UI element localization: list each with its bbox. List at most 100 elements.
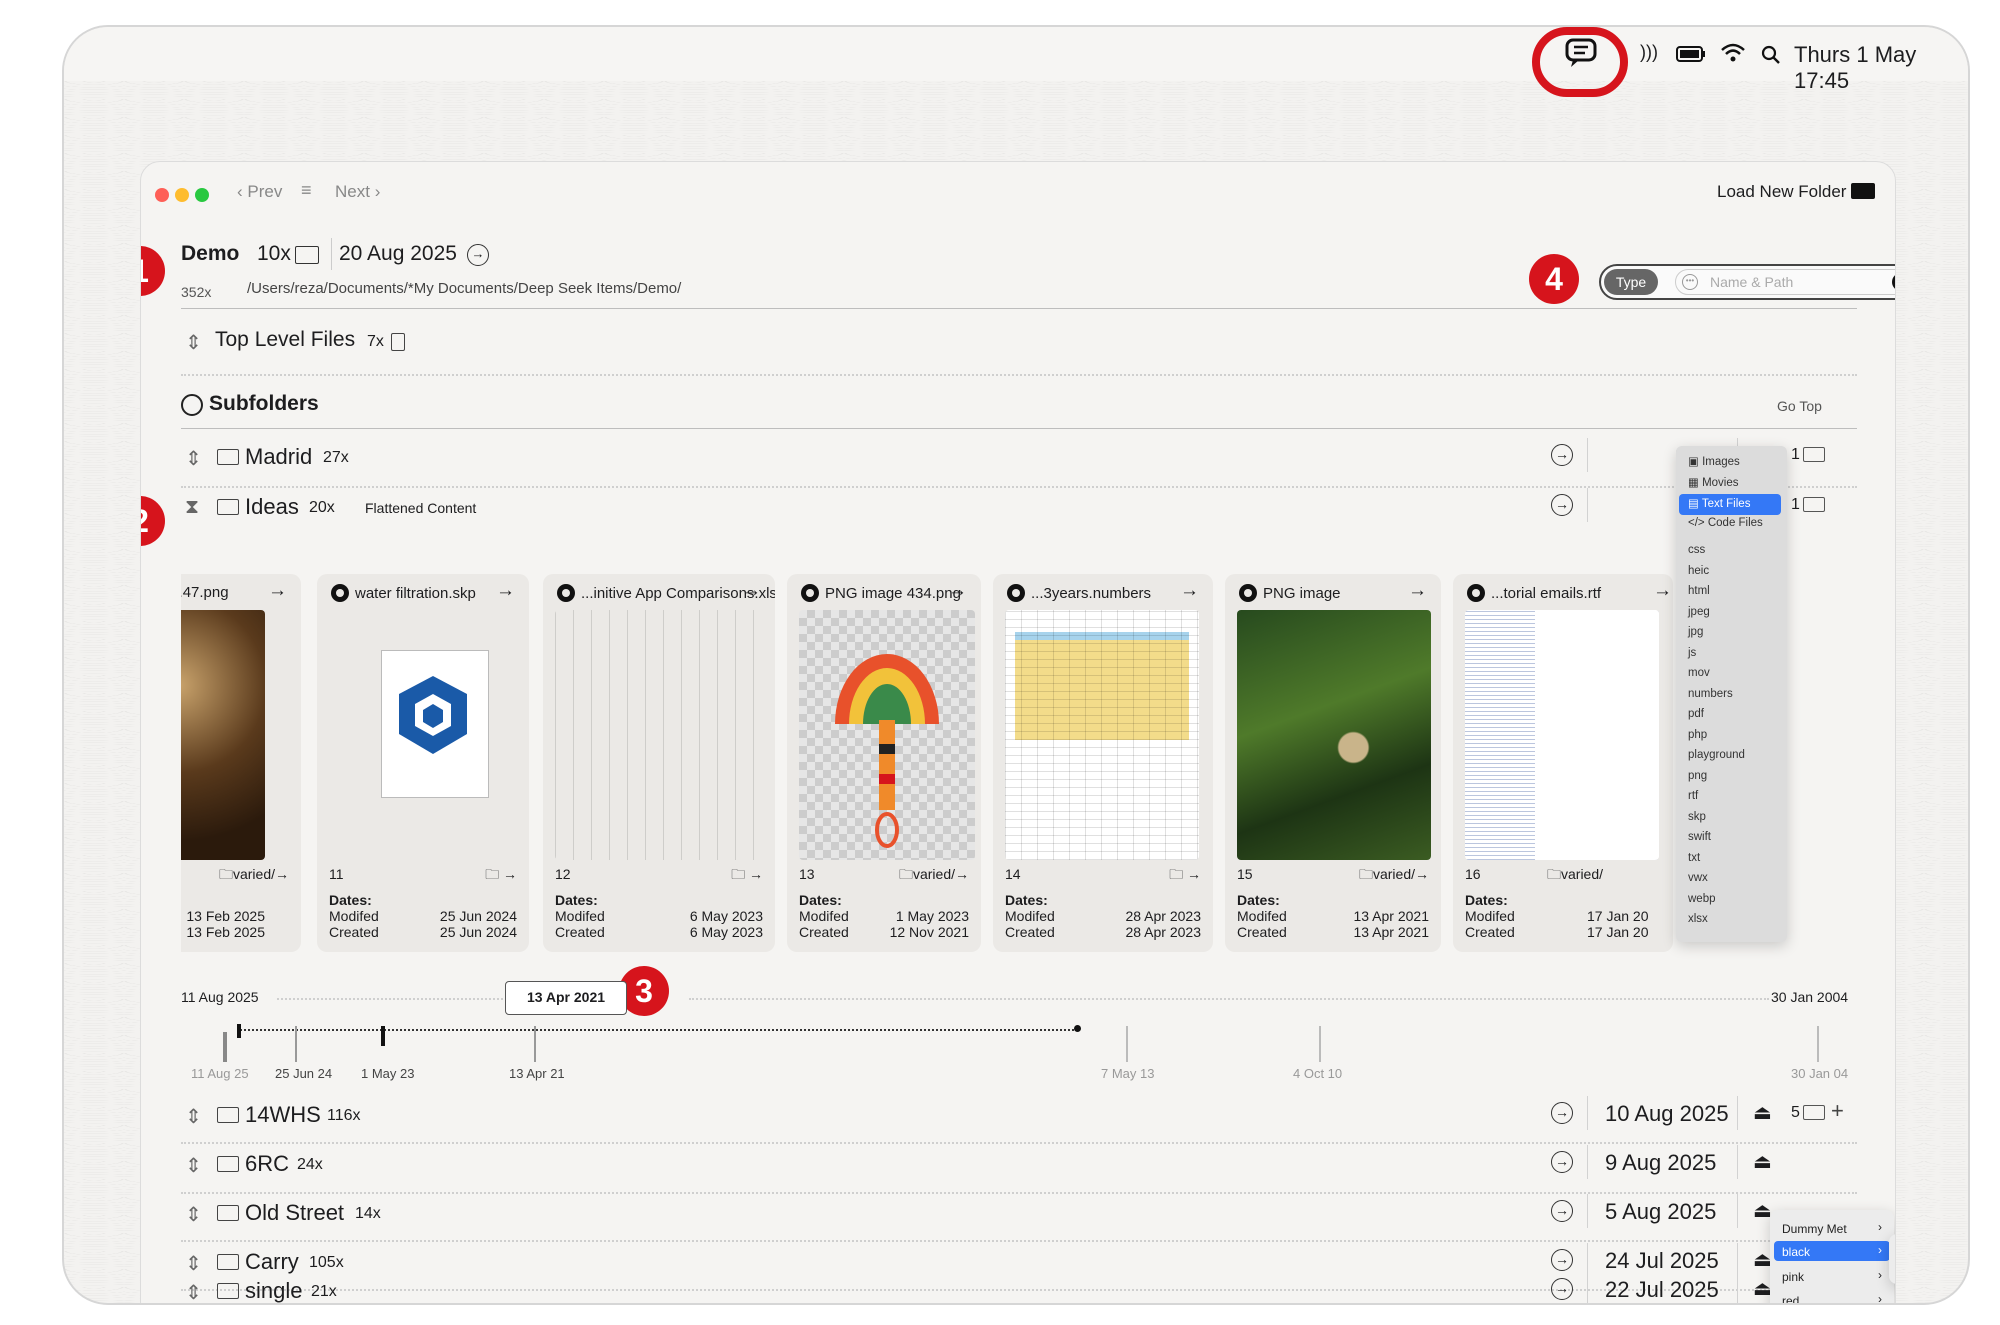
- eye-icon[interactable]: [1239, 584, 1257, 602]
- clock[interactable]: Thurs 1 May 17:45: [1794, 42, 1968, 94]
- eye-icon[interactable]: [557, 584, 575, 602]
- go-arrow-icon[interactable]: →: [1551, 1200, 1573, 1222]
- menu-item-text-files[interactable]: ▤ Text Files: [1688, 496, 1750, 510]
- folder-link[interactable]: 🗀varied/→: [219, 864, 289, 888]
- eject-icon[interactable]: ⏏: [1753, 1149, 1772, 1174]
- arrow-right-icon[interactable]: →: [1180, 580, 1199, 602]
- eye-icon[interactable]: [1007, 584, 1025, 602]
- sort-toggle-icon[interactable]: ⇕: [185, 330, 202, 355]
- menu-item-red[interactable]: red: [1782, 1294, 1799, 1303]
- timeline-current-date[interactable]: 13 Apr 2021: [505, 981, 627, 1015]
- go-arrow-icon[interactable]: →: [467, 244, 489, 266]
- folder-move-icon[interactable]: [1803, 1105, 1825, 1120]
- go-arrow-icon[interactable]: →: [1551, 494, 1573, 516]
- folder-link[interactable]: 🗀varied/: [1547, 864, 1603, 888]
- broadcast-icon[interactable]: ))): [1640, 42, 1658, 63]
- zoom-window-button[interactable]: [195, 188, 209, 202]
- list-icon[interactable]: ≡: [301, 180, 312, 201]
- folder-link[interactable]: 🗀varied/→: [1359, 864, 1429, 888]
- battery-icon[interactable]: [1676, 46, 1706, 62]
- eye-icon[interactable]: [331, 584, 349, 602]
- arrow-right-icon[interactable]: →: [1653, 580, 1672, 602]
- go-arrow-icon[interactable]: →: [1551, 1278, 1573, 1300]
- go-arrow-icon[interactable]: →: [1551, 444, 1573, 466]
- file-card[interactable]: PNG image → 15 🗀varied/→ Dates: Modifed …: [1225, 574, 1441, 952]
- go-arrow-icon[interactable]: →: [1551, 1151, 1573, 1173]
- top-level-files-label[interactable]: Top Level Files: [215, 328, 355, 352]
- file-card[interactable]: ...initive App Comparisons.xlsx → 12 🗀 →…: [543, 574, 775, 952]
- folder-link[interactable]: 🗀 →: [1169, 864, 1201, 888]
- menu-item-ext[interactable]: numbers: [1688, 688, 1733, 700]
- name-path-search[interactable]: ••• Name & Path ×: [1675, 269, 1895, 295]
- menu-item-ext[interactable]: skp: [1688, 811, 1706, 823]
- wifi-icon[interactable]: [1720, 43, 1746, 63]
- folder-row-ideas[interactable]: ⧗ Ideas 20x Flattened Content → 2025 ⏏ 1: [181, 486, 1857, 534]
- sort-toggle-icon[interactable]: ⇕: [185, 1104, 202, 1129]
- menu-item-ext[interactable]: webp: [1688, 893, 1716, 905]
- eye-icon[interactable]: [1467, 584, 1485, 602]
- folder-link[interactable]: 🗀 →: [731, 864, 763, 888]
- menu-item-ext[interactable]: css: [1688, 544, 1705, 556]
- sort-toggle-icon[interactable]: ⇕: [185, 1153, 202, 1178]
- menu-item-ext[interactable]: jpg: [1688, 626, 1703, 638]
- type-filter-button[interactable]: Type: [1604, 269, 1658, 295]
- folder-row-single[interactable]: ⇕ single 21x → 22 Jul 2025 ⏏ 1: [181, 1270, 1857, 1303]
- folder-row-old-street[interactable]: ⇕ Old Street 14x → 5 Aug 2025 ⏏: [181, 1192, 1857, 1240]
- menu-item-ext[interactable]: html: [1688, 585, 1710, 597]
- folder-link[interactable]: 🗀 →: [485, 864, 517, 888]
- close-window-button[interactable]: [155, 188, 169, 202]
- menu-item-ext[interactable]: jpeg: [1688, 606, 1710, 618]
- arrow-right-icon[interactable]: →: [1408, 580, 1427, 602]
- menu-item-ext[interactable]: txt: [1688, 852, 1700, 864]
- menu-item-ext[interactable]: pdf: [1688, 708, 1704, 720]
- menu-item-ext[interactable]: mov: [1688, 667, 1710, 679]
- menu-item-ext[interactable]: php: [1688, 729, 1707, 741]
- menu-item-ext[interactable]: swift: [1688, 831, 1711, 843]
- menu-item-movies[interactable]: ▦ Movies: [1688, 475, 1739, 489]
- arrow-right-icon[interactable]: →: [268, 580, 287, 602]
- arrow-right-icon[interactable]: →: [948, 580, 967, 602]
- add-icon[interactable]: +: [1831, 1098, 1844, 1124]
- timeline-track[interactable]: 11 Aug 25 25 Jun 24 1 May 23 13 Apr 21 7…: [181, 1018, 1857, 1088]
- menu-item-ext[interactable]: js: [1688, 647, 1696, 659]
- arrow-right-icon[interactable]: →: [496, 580, 515, 602]
- sort-toggle-icon[interactable]: ⇕: [185, 1202, 202, 1227]
- go-top-link[interactable]: Go Top: [1777, 398, 1822, 414]
- menu-item-ext[interactable]: vwx: [1688, 872, 1708, 884]
- folder-move-icon[interactable]: [1803, 497, 1825, 512]
- file-card[interactable]: ...torial emails.rtf → 16 🗀varied/ Dates…: [1453, 574, 1673, 952]
- menu-item-ext[interactable]: xlsx: [1688, 913, 1708, 925]
- menu-item-code-files[interactable]: </> Code Files: [1688, 517, 1763, 529]
- folder-row-14whs[interactable]: ⇕ 14WHS 116x → 10 Aug 2025 ⏏ 5 +: [181, 1094, 1857, 1142]
- folder-row-6rc[interactable]: ⇕ 6RC 24x → 9 Aug 2025 ⏏: [181, 1143, 1857, 1191]
- file-card[interactable]: water filtration.skp → 11 🗀 → Dates: Mod…: [317, 574, 529, 952]
- menu-item-images[interactable]: ▣ Images: [1688, 454, 1740, 468]
- menu-item-ext[interactable]: rtf: [1688, 790, 1698, 802]
- menu-item-black[interactable]: black: [1782, 1245, 1810, 1259]
- next-button[interactable]: Next ›: [335, 182, 380, 202]
- menu-item-ext[interactable]: playground: [1688, 749, 1745, 761]
- clear-search-icon[interactable]: ×: [1892, 273, 1895, 291]
- collapse-toggle-icon[interactable]: ⧗: [185, 496, 199, 519]
- file-card[interactable]: 21.35.47.png → 🗀varied/→ ed d 13 Feb 202…: [181, 574, 301, 952]
- go-arrow-icon[interactable]: →: [1551, 1249, 1573, 1271]
- eye-icon[interactable]: [801, 584, 819, 602]
- sort-toggle-icon[interactable]: ⇕: [185, 1280, 202, 1303]
- menu-item-ext[interactable]: heic: [1688, 565, 1709, 577]
- go-arrow-icon[interactable]: →: [1551, 1102, 1573, 1124]
- file-card[interactable]: ...3years.numbers → 14 🗀 → Dates: Modife…: [993, 574, 1213, 952]
- folder-path[interactable]: /Users/reza/Documents/*My Documents/Deep…: [247, 280, 681, 297]
- eject-icon[interactable]: ⏏: [1753, 1100, 1772, 1125]
- load-new-folder-button[interactable]: Load New Folder: [1717, 182, 1876, 202]
- chat-bubble-icon[interactable]: [1564, 37, 1598, 69]
- menu-item-pink[interactable]: pink: [1782, 1270, 1804, 1284]
- file-card[interactable]: PNG image 434.png → 13 🗀varied/→ Dates: …: [787, 574, 981, 952]
- minimize-window-button[interactable]: [175, 188, 189, 202]
- folder-move-icon[interactable]: [1803, 447, 1825, 462]
- search-icon[interactable]: [1761, 45, 1781, 65]
- menu-item-dummy-met[interactable]: Dummy Met: [1782, 1222, 1847, 1236]
- sort-toggle-icon[interactable]: ⇕: [185, 446, 202, 471]
- folder-row-madrid[interactable]: ⇕ Madrid 27x → 2025 ⏏ 1: [181, 436, 1857, 484]
- prev-button[interactable]: ‹ Prev: [237, 182, 282, 202]
- subfolders-radio-icon[interactable]: [181, 394, 203, 416]
